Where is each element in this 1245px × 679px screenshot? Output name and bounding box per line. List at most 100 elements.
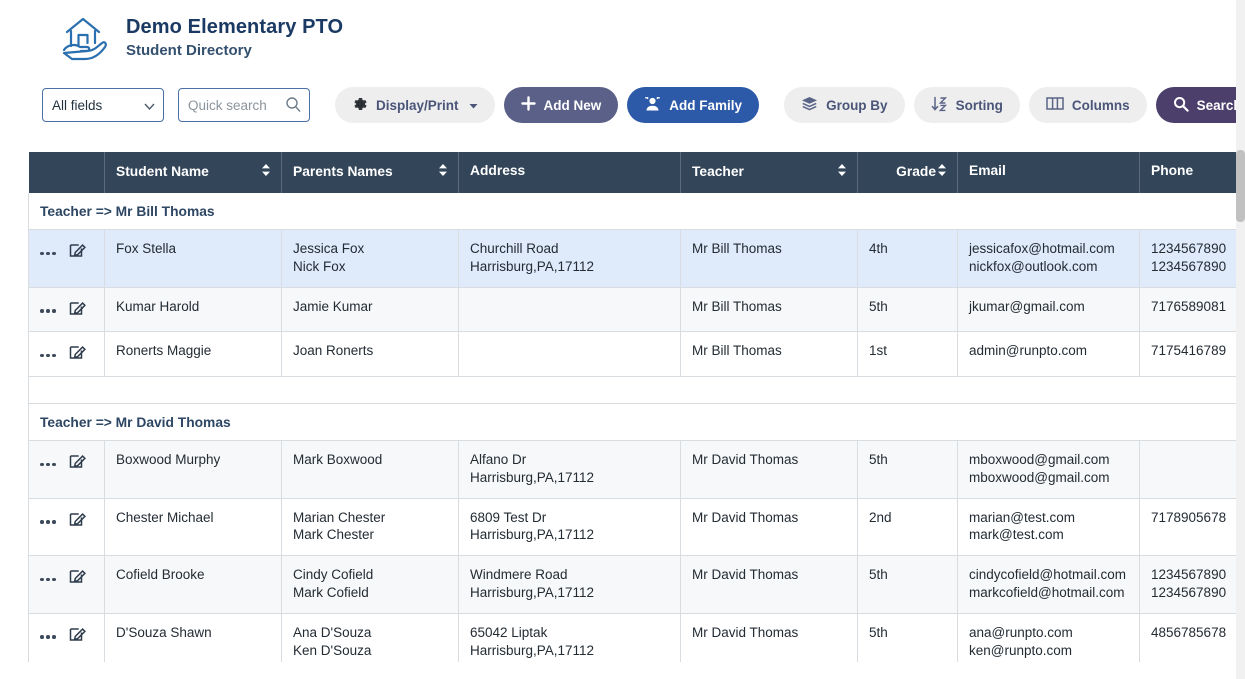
group-spacer-row [29,377,1238,404]
more-options-icon[interactable] [40,305,56,313]
table-row[interactable]: Kumar HaroldJamie KumarMr Bill Thomas5th… [29,287,1238,332]
table-row[interactable]: Cofield BrookeCindy CofieldMark CofieldW… [29,556,1238,614]
edit-icon[interactable] [69,343,86,364]
sort-az-icon [931,96,948,115]
column-label: Grade [896,164,936,179]
cell-student-name: Ronerts Maggie [105,332,282,377]
cell-student-name: Chester Michael [105,498,282,556]
cell-grade: 5th [858,613,958,662]
gear-icon [352,96,368,115]
more-options-icon[interactable] [40,574,56,582]
add-new-label: Add New [544,98,602,113]
column-label: Phone [1151,163,1193,178]
field-select-wrap: All fields [42,88,164,122]
column-label: Teacher [692,164,744,179]
more-options-icon[interactable] [40,516,56,524]
column-header-parents-names[interactable]: Parents Names [282,152,459,193]
column-header-student-name[interactable]: Student Name [105,152,282,193]
group-by-button[interactable]: Group By [784,87,905,123]
cell-phone: 12345678901234567890 [1140,230,1238,288]
cell-teacher: Mr David Thomas [681,556,858,614]
cell-phone: 7176589081 [1140,287,1238,332]
column-label: Address [470,163,525,178]
field-select[interactable]: All fields [42,88,164,122]
search-button[interactable]: Search [1156,87,1245,123]
chevron-down-icon [469,98,478,113]
sort-icon[interactable] [438,163,448,180]
more-options-icon[interactable] [40,248,56,256]
add-new-button[interactable]: Add New [504,87,619,123]
column-header-phone[interactable]: Phone [1140,152,1238,193]
edit-icon[interactable] [69,452,86,473]
cell-email: ana@runpto.comken@runpto.com [958,613,1140,662]
cell-student-name: Boxwood Murphy [105,441,282,499]
cell-email: marian@test.commark@test.com [958,498,1140,556]
layers-icon [801,96,818,114]
edit-icon[interactable] [69,510,86,531]
more-options-icon[interactable] [40,350,56,358]
add-family-button[interactable]: Add Family [627,87,759,123]
plus-icon [521,96,536,114]
sort-icon[interactable] [937,163,947,180]
cell-phone: 4856785678 [1140,613,1238,662]
column-header-grade[interactable]: Grade [858,152,958,193]
sort-icon[interactable] [261,163,271,180]
vertical-scrollbar[interactable] [1236,0,1245,679]
cell-grade: 4th [858,230,958,288]
quick-search-input[interactable] [178,88,310,122]
row-actions-cell [29,441,105,499]
brand-block: Demo Elementary PTO Student Directory [126,16,343,59]
cell-parents-names: Mark Boxwood [282,441,459,499]
app-header: Demo Elementary PTO Student Directory [0,0,1245,70]
group-by-label: Group By [826,98,888,113]
cell-email: mboxwood@gmail.commboxwood@gmail.com [958,441,1140,499]
cell-teacher: Mr David Thomas [681,441,858,499]
edit-icon[interactable] [69,241,86,262]
sorting-label: Sorting [956,98,1003,113]
edit-icon[interactable] [69,299,86,320]
cell-email: admin@runpto.com [958,332,1140,377]
column-header-teacher[interactable]: Teacher [681,152,858,193]
table-row[interactable]: Ronerts MaggieJoan RonertsMr Bill Thomas… [29,332,1238,377]
scrollbar-thumb[interactable] [1236,150,1245,222]
table-row[interactable]: Chester MichaelMarian ChesterMark Cheste… [29,498,1238,556]
columns-button[interactable]: Columns [1029,87,1147,123]
search-label: Search [1197,98,1242,113]
more-options-icon[interactable] [40,631,56,639]
edit-icon[interactable] [69,567,86,588]
edit-icon[interactable] [69,625,86,646]
cell-address [459,287,681,332]
columns-icon [1046,96,1064,114]
cell-student-name: D'Souza Shawn [105,613,282,662]
cell-email: jessicafox@hotmail.comnickfox@outlook.co… [958,230,1140,288]
cell-phone: 12345678901234567890 [1140,556,1238,614]
table-body: Teacher => Mr Bill ThomasFox StellaJessi… [29,193,1238,662]
column-header-email[interactable]: Email [958,152,1140,193]
sorting-button[interactable]: Sorting [914,87,1020,123]
cell-teacher: Mr David Thomas [681,498,858,556]
page-root: Demo Elementary PTO Student Directory Al… [0,0,1245,679]
group-header-row[interactable]: Teacher => Mr Bill Thomas [29,193,1238,230]
house-in-hand-logo-icon [52,9,114,67]
data-grid: Student Name Parents Names [28,152,1237,662]
column-header-address[interactable]: Address [459,152,681,193]
cell-parents-names: Jamie Kumar [282,287,459,332]
spacer-cell [29,377,1238,404]
sort-icon[interactable] [837,163,847,180]
search-icon [1173,96,1189,115]
cell-address: Alfano DrHarrisburg,PA,17112 [459,441,681,499]
table-row[interactable]: Fox StellaJessica FoxNick FoxChurchill R… [29,230,1238,288]
header-row: Student Name Parents Names [29,152,1238,193]
display-print-button[interactable]: Display/Print [335,87,495,123]
group-header-row[interactable]: Teacher => Mr David Thomas [29,404,1238,441]
table-row[interactable]: D'Souza ShawnAna D'SouzaKen D'Souza65042… [29,613,1238,662]
cell-teacher: Mr David Thomas [681,613,858,662]
group-header-label: Teacher => Mr David Thomas [29,404,1238,441]
more-options-icon[interactable] [40,459,56,467]
group-header-label: Teacher => Mr Bill Thomas [29,193,1238,230]
add-family-label: Add Family [669,98,742,113]
cell-address: Windmere RoadHarrisburg,PA,17112 [459,556,681,614]
table-row[interactable]: Boxwood MurphyMark BoxwoodAlfano DrHarri… [29,441,1238,499]
cell-teacher: Mr Bill Thomas [681,332,858,377]
row-actions-cell [29,556,105,614]
